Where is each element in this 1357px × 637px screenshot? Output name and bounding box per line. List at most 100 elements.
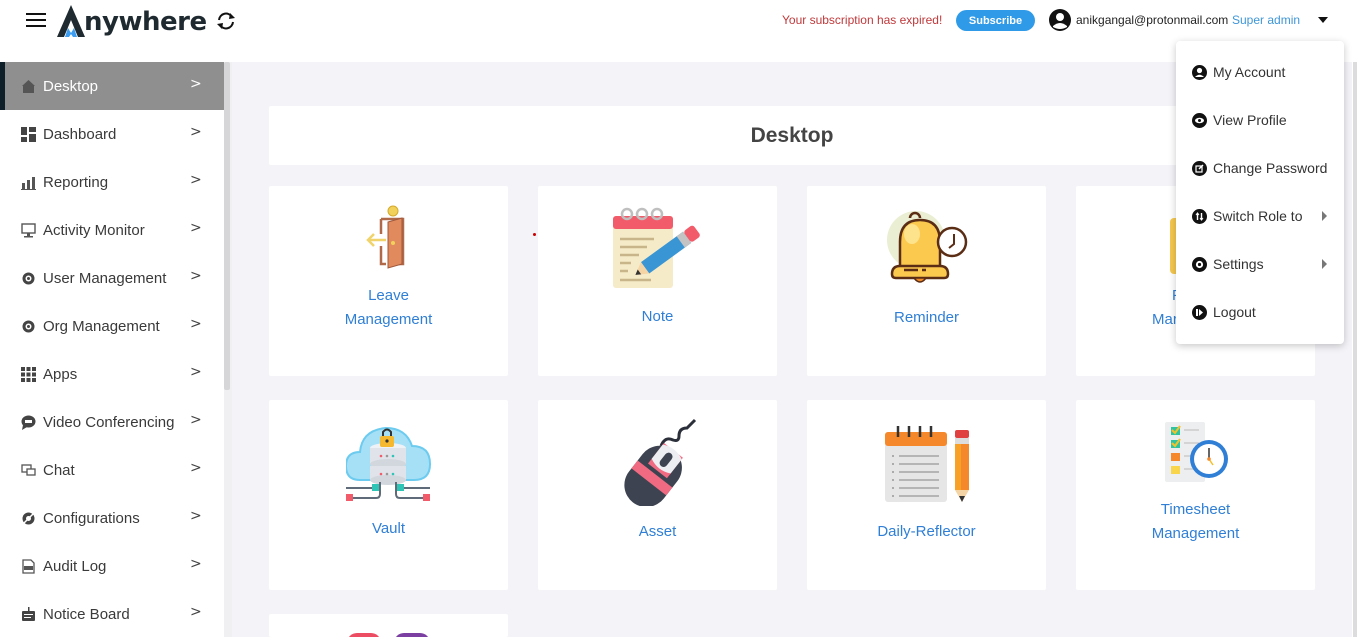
logo-text: nywhere [84, 7, 207, 37]
subscribe-button[interactable]: Subscribe [956, 10, 1035, 31]
notebook-pencil-icon [884, 426, 969, 502]
subscription-expired-notice: Your subscription has expired! [782, 13, 943, 27]
chevron-right-icon: > [190, 268, 202, 284]
sidebar-item-label: Configurations [43, 509, 140, 527]
app-icon-partial-red [347, 633, 381, 637]
settings-icon [1192, 256, 1207, 272]
config-gear-icon [22, 512, 35, 524]
chevron-right-icon: > [190, 76, 202, 92]
sidebar-item-label: Org Management [43, 317, 160, 335]
sidebar-item-label: User Management [43, 269, 167, 287]
account-icon [1192, 64, 1207, 80]
menu-item-switch-role[interactable]: Switch Role to [1176, 196, 1344, 236]
edit-icon [1192, 160, 1207, 176]
notepad-pencil-icon [612, 207, 700, 288]
user-role: Super admin [1232, 13, 1301, 27]
chevron-right-icon: > [190, 460, 202, 476]
sidebar-item-dashboard[interactable]: Dashboard > [0, 110, 224, 158]
sidebar-item-configurations[interactable]: Configurations > [0, 494, 224, 542]
sidebar-item-audit-log[interactable]: Audit Log > [0, 542, 224, 590]
sidebar-item-label: Notice Board [43, 605, 130, 623]
submenu-arrow-icon [1322, 211, 1327, 221]
sidebar-item-label: Audit Log [43, 557, 107, 575]
sidebar-item-user-management[interactable]: User Management > [0, 254, 224, 302]
cloud-vault-icon [345, 426, 431, 501]
tile-label: Reminder [893, 309, 960, 326]
menu-item-logout[interactable]: Logout [1176, 292, 1344, 332]
sidebar-item-org-management[interactable]: Org Management > [0, 302, 224, 350]
user-email: anikgangal@protonmail.com [1076, 13, 1229, 27]
gear-org-icon [22, 320, 35, 332]
menu-item-my-account[interactable]: My Account [1176, 52, 1344, 92]
sync-icon[interactable] [215, 11, 237, 31]
menu-item-label: Switch Role to [1213, 208, 1303, 224]
sidebar-item-label: Desktop [43, 77, 99, 95]
tile-reminder[interactable]: Reminder [807, 186, 1046, 376]
sidebar-item-apps[interactable]: Apps > [0, 350, 224, 398]
user-dropdown-menu: My Account View Profile Change Password … [1176, 41, 1344, 344]
chevron-right-icon: > [190, 508, 202, 524]
chevron-right-icon: > [190, 316, 202, 332]
page-scrollbar[interactable] [1353, 62, 1357, 637]
app-icon-partial-purple [394, 633, 430, 637]
tile-label: Asset [638, 523, 677, 540]
tile-asset[interactable]: Asset [538, 400, 777, 590]
sidebar-item-activity-monitor[interactable]: Activity Monitor > [0, 206, 224, 254]
tile-note[interactable]: Note [538, 186, 777, 376]
bar-chart-icon [21, 176, 36, 190]
tile-label: Timesheet Management [1151, 501, 1240, 542]
notice-board-icon [22, 606, 35, 621]
sidebar-item-notice-board[interactable]: Notice Board > [0, 590, 224, 637]
menu-item-change-password[interactable]: Change Password [1176, 148, 1344, 188]
page-title: Desktop [750, 124, 834, 147]
hamburger-menu-icon[interactable] [26, 13, 46, 29]
sidebar-item-reporting[interactable]: Reporting > [0, 158, 224, 206]
user-menu-caret-icon[interactable] [1318, 17, 1328, 23]
monitor-icon [21, 222, 36, 237]
gear-user-icon [22, 272, 35, 284]
tile-label: Leave Management [344, 287, 433, 328]
menu-item-label: My Account [1213, 64, 1286, 80]
sidebar-item-label: Chat [43, 461, 75, 479]
tile-leave-management[interactable]: Leave Management [269, 186, 508, 376]
tile-label: Note [641, 308, 674, 325]
tile-label: Vault [371, 520, 406, 537]
apps-grid-icon [21, 366, 36, 382]
tile-daily-reflector[interactable]: Daily-Reflector [807, 400, 1046, 590]
eye-icon [1192, 112, 1207, 128]
chevron-right-icon: > [190, 172, 202, 188]
page-header-card: Desktop [269, 106, 1315, 165]
switch-role-icon [1192, 208, 1207, 224]
sidebar-item-video-conferencing[interactable]: Video Conferencing > [0, 398, 224, 446]
logo-a-icon [57, 5, 85, 37]
sidebar-scrollbar-thumb[interactable] [224, 62, 230, 390]
tile-timesheet-management[interactable]: Timesheet Management [1076, 400, 1315, 590]
top-bar: nywhere Your subscription has expired! S… [0, 0, 1357, 44]
user-avatar-icon[interactable] [1049, 9, 1071, 31]
menu-item-view-profile[interactable]: View Profile [1176, 100, 1344, 140]
menu-item-label: Settings [1213, 256, 1264, 272]
sidebar-item-label: Dashboard [43, 125, 117, 143]
chevron-right-icon: > [190, 556, 202, 572]
app-logo[interactable]: nywhere [56, 2, 207, 40]
chat-icon [21, 463, 36, 476]
mouse-icon [623, 418, 696, 506]
tile-partial[interactable] [269, 614, 508, 637]
sidebar-item-label: Activity Monitor [43, 221, 145, 239]
chat-bubble-icon [21, 415, 36, 430]
sidebar-item-desktop[interactable]: Desktop > [5, 62, 224, 110]
sidebar-item-label: Apps [43, 365, 78, 383]
menu-item-settings[interactable]: Settings [1176, 244, 1344, 284]
door-exit-icon [365, 205, 404, 269]
chevron-right-icon: > [190, 220, 202, 236]
sidebar-item-chat[interactable]: Chat > [0, 446, 224, 494]
audit-doc-icon [22, 558, 35, 574]
chevron-right-icon: > [190, 364, 202, 380]
bell-clock-icon [886, 211, 967, 283]
dashboard-icon [21, 126, 36, 142]
chevron-right-icon: > [190, 604, 202, 620]
chevron-right-icon: > [190, 412, 202, 428]
menu-item-label: Change Password [1213, 160, 1328, 176]
checklist-clock-icon [1164, 422, 1228, 482]
tile-vault[interactable]: Vault [269, 400, 508, 590]
